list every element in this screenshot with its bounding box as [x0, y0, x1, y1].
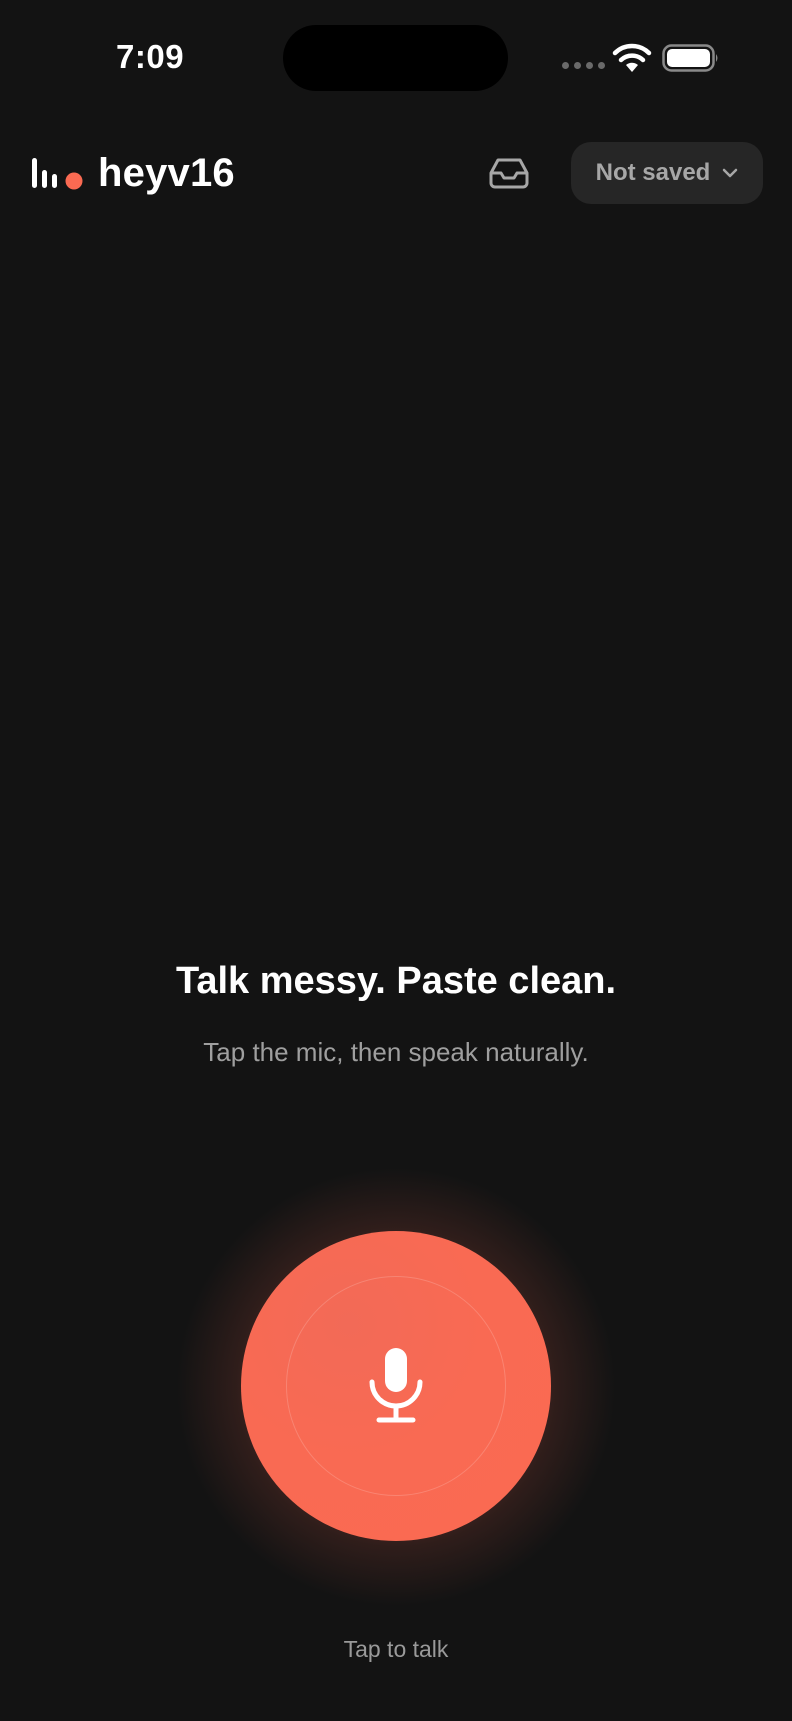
record-mic-button[interactable]: [241, 1231, 551, 1541]
brand-name: heyv16: [98, 150, 235, 195]
subline: Tap the mic, then speak naturally.: [203, 1037, 589, 1067]
wifi-icon: [612, 43, 652, 72]
tap-to-talk-label: Tap to talk: [343, 1636, 449, 1662]
dynamic-island: [283, 25, 508, 91]
save-state-dropdown[interactable]: Not saved: [571, 142, 763, 204]
headline: Talk messy. Paste clean.: [175, 960, 617, 1002]
save-state-label: Not saved: [595, 159, 711, 186]
cellular-signal-icon: [562, 62, 605, 69]
audio-bars-with-dot-icon: [32, 158, 83, 190]
microphone-icon: [369, 1348, 423, 1423]
brand: heyv16: [32, 148, 235, 198]
inbox-button[interactable]: [486, 150, 532, 196]
chevron-down-icon: [723, 168, 738, 178]
status-time: 7:09: [116, 38, 185, 75]
battery-icon: [662, 44, 718, 72]
inbox-tray-icon: [489, 158, 529, 189]
